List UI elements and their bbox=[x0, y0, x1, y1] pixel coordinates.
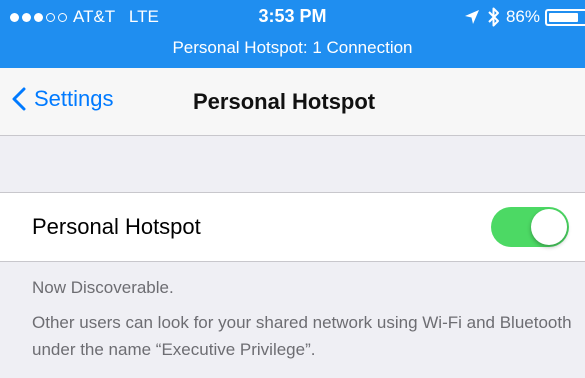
hotspot-connection-banner[interactable]: Personal Hotspot: 1 Connection bbox=[0, 38, 585, 58]
battery-icon bbox=[545, 8, 585, 26]
personal-hotspot-label: Personal Hotspot bbox=[32, 214, 201, 239]
hotspot-footer: Now Discoverable. Other users can look f… bbox=[32, 274, 572, 363]
chevron-left-icon bbox=[12, 87, 26, 111]
toggle-knob bbox=[531, 209, 567, 245]
discoverable-status: Now Discoverable. bbox=[32, 278, 174, 297]
status-row: AT&T LTE 3:53 PM 86% bbox=[0, 0, 585, 34]
bluetooth-icon bbox=[487, 6, 501, 28]
personal-hotspot-cell: Personal Hotspot bbox=[0, 192, 585, 262]
back-button-label: Settings bbox=[34, 86, 114, 111]
status-bar: AT&T LTE 3:53 PM 86% Personal Hotspot: 1… bbox=[0, 0, 585, 68]
navigation-bar: Settings Personal Hotspot bbox=[0, 68, 585, 136]
personal-hotspot-toggle[interactable] bbox=[491, 207, 569, 247]
location-arrow-icon bbox=[463, 8, 481, 26]
hotspot-description: Other users can look for your shared net… bbox=[32, 313, 572, 359]
battery-fill bbox=[549, 12, 579, 22]
battery-percent: 86% bbox=[505, 7, 540, 26]
status-right: 86% bbox=[463, 4, 585, 30]
section-spacer bbox=[0, 136, 585, 192]
page-title: Personal Hotspot bbox=[193, 89, 376, 114]
back-button[interactable]: Settings bbox=[12, 86, 114, 112]
